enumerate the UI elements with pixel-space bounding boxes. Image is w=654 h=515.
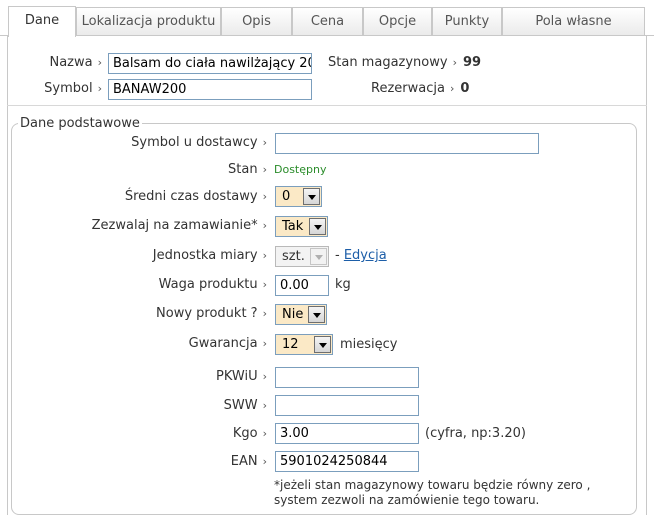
- warranty-unit: miesięcy: [340, 337, 398, 352]
- allow-order-note: *jeżeli stan magazynowy towaru będzie ró…: [274, 478, 591, 507]
- new-product-select[interactable]: Nie: [275, 304, 327, 325]
- dropdown-button[interactable]: [308, 306, 325, 323]
- arrow-icon: ›: [262, 455, 267, 468]
- arrow-icon: ›: [262, 370, 267, 383]
- tab-punkty[interactable]: Punkty: [432, 7, 502, 36]
- kgo-label-row: Kgo ›: [60, 426, 267, 441]
- delivery-select[interactable]: 0: [275, 186, 322, 207]
- reservation-value: 0: [460, 81, 470, 96]
- tab-pola-wlasne[interactable]: Pola własne: [502, 7, 645, 36]
- dropdown-button: [310, 248, 327, 265]
- unit-edit-link[interactable]: Edycja: [344, 248, 387, 263]
- state-label-row: Stan ›: [60, 162, 267, 177]
- name-label-row: Nazwa ›: [20, 55, 102, 70]
- arrow-icon: ›: [262, 278, 267, 291]
- symbol-label-row: Symbol ›: [20, 81, 102, 96]
- tab-opis[interactable]: Opis: [221, 7, 292, 36]
- stock-value: 99: [462, 55, 482, 70]
- tab-cena[interactable]: Cena: [292, 7, 363, 36]
- arrow-icon: ›: [262, 163, 267, 176]
- state-label: Stan: [228, 162, 258, 177]
- ean-input[interactable]: 5901024250844: [275, 451, 419, 472]
- chevron-down-icon: [314, 225, 322, 230]
- allow-order-label-row: Zezwalaj na zamawianie* ›: [60, 218, 267, 233]
- reservation-label: Rezerwacja: [371, 81, 445, 96]
- new-product-select-value: Nie: [282, 307, 304, 322]
- arrow-icon: ›: [262, 399, 267, 412]
- supplier-symbol-label-row: Symbol u dostawcy ›: [60, 135, 267, 150]
- name-label: Nazwa: [49, 55, 93, 70]
- arrow-icon: ›: [262, 249, 267, 262]
- supplier-symbol-input[interactable]: [275, 133, 539, 154]
- top-divider: [7, 105, 647, 106]
- unit-label: Jednostka miary: [152, 248, 258, 263]
- arrow-icon: ›: [262, 190, 267, 203]
- symbol-label: Symbol: [44, 81, 93, 96]
- reservation-row: Rezerwacja › 0: [371, 81, 469, 96]
- symbol-input[interactable]: BANAW200: [108, 79, 312, 100]
- arrow-icon: ›: [97, 56, 102, 69]
- unit-edit-prefix: -: [335, 248, 344, 263]
- fieldset-legend: Dane podstawowe: [18, 116, 142, 131]
- arrow-icon: ›: [262, 307, 267, 320]
- unit-edit-row: - Edycja: [335, 248, 387, 263]
- name-input[interactable]: Balsam do ciała nawilżający 200: [108, 53, 312, 74]
- unit-label-row: Jednostka miary ›: [60, 248, 267, 263]
- allow-order-select-value: Tak: [282, 219, 304, 234]
- state-value: Dostępny: [274, 163, 327, 176]
- warranty-select[interactable]: 12: [275, 334, 333, 355]
- new-product-label: Nowy produkt ?: [156, 306, 258, 321]
- new-product-label-row: Nowy produkt ? ›: [60, 306, 267, 321]
- dropdown-button[interactable]: [309, 218, 326, 235]
- weight-input[interactable]: 0.00: [275, 275, 329, 296]
- pkwiu-input[interactable]: [275, 367, 419, 388]
- kgo-hint: (cyfra, np:3.20): [425, 426, 526, 441]
- delivery-select-value: 0: [282, 189, 291, 204]
- weight-unit: kg: [335, 277, 351, 292]
- arrow-icon: ›: [452, 56, 457, 69]
- ean-label-row: EAN ›: [60, 454, 267, 469]
- allow-order-label: Zezwalaj na zamawianie*: [91, 218, 258, 233]
- tab-bar: Dane Lokalizacja produktu Opis Cena Opcj…: [0, 0, 654, 37]
- sww-label: SWW: [223, 398, 258, 413]
- tab-dane[interactable]: Dane: [8, 6, 76, 37]
- allow-order-select[interactable]: Tak: [275, 216, 328, 237]
- warranty-label-row: Gwarancja ›: [60, 336, 267, 351]
- chevron-down-icon: [315, 255, 323, 260]
- arrow-icon: ›: [449, 82, 455, 95]
- delivery-label: Średni czas dostawy: [124, 189, 258, 204]
- kgo-label: Kgo: [232, 426, 258, 441]
- arrow-icon: ›: [97, 82, 102, 95]
- dropdown-button[interactable]: [303, 188, 320, 205]
- unit-select: szt.: [275, 246, 329, 267]
- sww-input[interactable]: [275, 395, 419, 416]
- weight-label-row: Waga produktu ›: [60, 277, 267, 292]
- warranty-select-value: 12: [282, 337, 299, 352]
- kgo-input[interactable]: 3.00: [275, 423, 419, 444]
- delivery-label-row: Średni czas dostawy ›: [60, 189, 267, 204]
- chevron-down-icon: [313, 313, 321, 318]
- weight-label: Waga produktu: [158, 277, 258, 292]
- supplier-symbol-label: Symbol u dostawcy: [131, 135, 258, 150]
- arrow-icon: ›: [262, 219, 267, 232]
- chevron-down-icon: [319, 343, 327, 348]
- chevron-down-icon: [308, 195, 316, 200]
- arrow-icon: ›: [262, 337, 267, 350]
- dropdown-button[interactable]: [314, 336, 331, 353]
- stock-row: Stan magazynowy › 99: [328, 55, 481, 70]
- ean-label: EAN: [230, 454, 258, 469]
- pkwiu-label: PKWiU: [215, 369, 258, 384]
- stock-label: Stan magazynowy: [328, 55, 448, 70]
- sww-label-row: SWW ›: [60, 398, 267, 413]
- tab-lokalizacja-produktu[interactable]: Lokalizacja produktu: [76, 7, 221, 36]
- pkwiu-label-row: PKWiU ›: [60, 369, 267, 384]
- warranty-label: Gwarancja: [188, 336, 258, 351]
- arrow-icon: ›: [262, 427, 267, 440]
- unit-select-value: szt.: [282, 249, 305, 264]
- arrow-icon: ›: [262, 136, 267, 149]
- tab-opcje[interactable]: Opcje: [363, 7, 432, 36]
